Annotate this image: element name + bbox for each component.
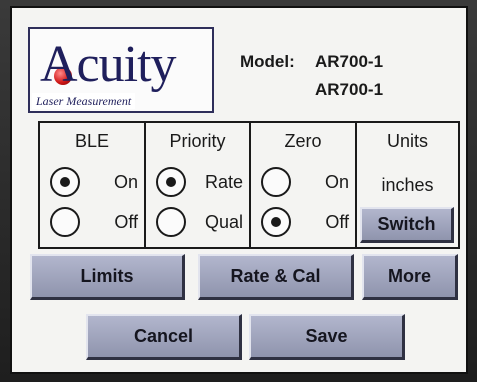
zero-off-label: Off	[325, 212, 349, 232]
rate-cal-button[interactable]: Rate & Cal	[198, 254, 354, 300]
units-title: Units	[386, 131, 428, 151]
ble-on-radio[interactable]	[50, 167, 80, 197]
units-switch-button[interactable]: Switch	[360, 207, 454, 243]
ble-on-option[interactable]: On	[40, 167, 144, 201]
ble-on-label: On	[113, 172, 138, 192]
logo-wordmark: Acuity	[40, 36, 177, 93]
logo-tagline: Laser Measurement	[32, 93, 136, 109]
priority-rate-option[interactable]: Rate	[146, 167, 249, 201]
priority-title: Priority	[169, 131, 226, 151]
units-group: Units inches Switch	[357, 123, 458, 247]
model-value-secondary: AR700-1	[315, 80, 384, 99]
zero-off-radio[interactable]	[261, 207, 291, 237]
ble-title: BLE	[74, 131, 110, 151]
model-value-primary: AR700-1	[315, 52, 384, 71]
cancel-button[interactable]: Cancel	[86, 314, 242, 360]
priority-group: Priority Rate Qual	[146, 123, 251, 247]
priority-rate-label: Rate	[204, 172, 243, 192]
zero-on-radio[interactable]	[261, 167, 291, 197]
zero-on-label: On	[324, 172, 349, 192]
ble-off-label: Off	[114, 212, 138, 232]
ble-group: BLE On Off	[40, 123, 146, 247]
ble-off-option[interactable]: Off	[40, 207, 144, 241]
zero-on-option[interactable]: On	[251, 167, 355, 201]
settings-grid: BLE On Off Priority Rate Qual Zero On Of…	[38, 121, 460, 249]
more-button[interactable]: More	[362, 254, 458, 300]
acuity-logo: Acuity Laser Measurement	[28, 27, 214, 113]
priority-qual-label: Qual	[204, 212, 243, 232]
limits-button[interactable]: Limits	[30, 254, 185, 300]
priority-qual-radio[interactable]	[156, 207, 186, 237]
save-button[interactable]: Save	[249, 314, 405, 360]
zero-title: Zero	[284, 131, 322, 151]
units-value: inches	[381, 175, 434, 195]
model-label: Model:	[240, 52, 295, 71]
priority-qual-option[interactable]: Qual	[146, 207, 249, 241]
touch-screen: Acuity Laser Measurement Model: AR700-1 …	[10, 6, 468, 374]
priority-rate-radio[interactable]	[156, 167, 186, 197]
zero-off-option[interactable]: Off	[251, 207, 355, 241]
zero-group: Zero On Off	[251, 123, 357, 247]
ble-off-radio[interactable]	[50, 207, 80, 237]
